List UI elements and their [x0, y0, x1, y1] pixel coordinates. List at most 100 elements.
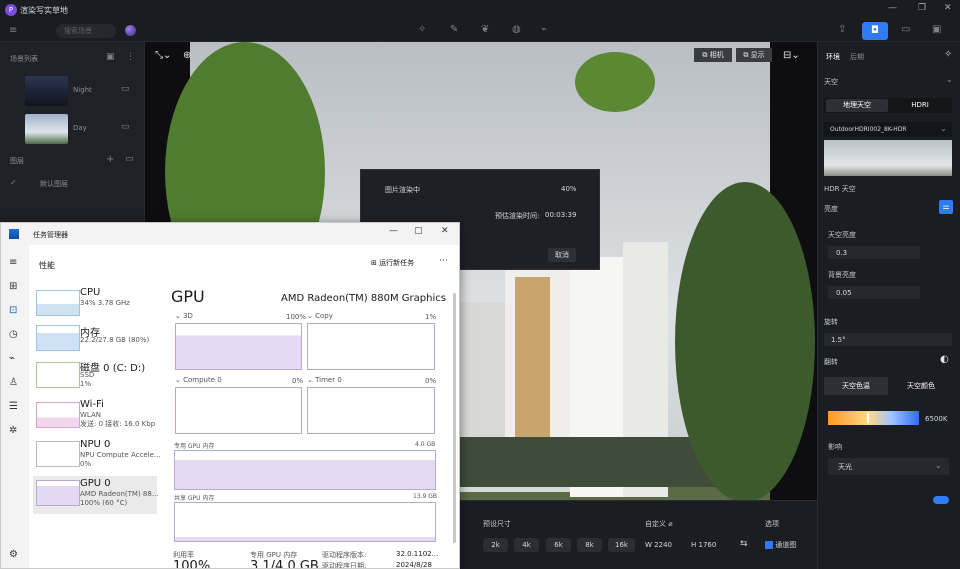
influence-select[interactable]: 天光 ⌄: [828, 458, 949, 475]
search-box[interactable]: 搜索场景: [56, 24, 116, 38]
check-icon[interactable]: ✓: [10, 178, 17, 187]
rotation-input[interactable]: 1.5°: [824, 333, 952, 346]
checkbox-icon[interactable]: [765, 541, 773, 549]
perf-item-disk[interactable]: 磁盘 0 (C: D:) SSD 1%: [1, 358, 161, 394]
graph-label: ⌄ Compute 0: [175, 376, 222, 384]
video-icon[interactable]: ▭: [121, 122, 130, 132]
sky-mode-geo[interactable]: 地理天空: [826, 99, 888, 112]
tm-section-title: 性能: [39, 261, 55, 270]
preset-16k[interactable]: 16k: [608, 538, 635, 552]
drop-icon[interactable]: ◍: [512, 24, 521, 35]
tab-environment[interactable]: 环境: [826, 52, 840, 62]
channel-checkbox[interactable]: 通道图: [765, 538, 796, 552]
perf-item-memory[interactable]: 内存 22.2/27.8 GB (80%): [1, 322, 161, 358]
bg-brightness-value: 0.05: [836, 289, 852, 297]
shared-mem-label: 共享 GPU 内存: [174, 495, 215, 502]
graph-pct: 100%: [286, 313, 307, 321]
chevron-down-icon: ⌄: [940, 124, 947, 133]
camera-button[interactable]: ⧉ 相机: [694, 48, 732, 62]
layer-item[interactable]: ✓ 默认图层: [0, 176, 144, 192]
eta-value: 00:03:39: [545, 211, 577, 219]
height-field[interactable]: H 1760: [691, 538, 731, 552]
bg-brightness-input[interactable]: 0.05: [828, 286, 920, 299]
hamburger-icon[interactable]: ≡: [9, 257, 17, 268]
display-button[interactable]: ⧉ 显示: [736, 48, 772, 62]
graph-shared-mem: [174, 502, 436, 542]
maximize-icon[interactable]: ❐: [918, 3, 926, 13]
chevron-down-icon[interactable]: ⌄: [946, 75, 953, 84]
contrast-icon[interactable]: ◐: [940, 354, 949, 365]
inbox-icon[interactable]: ▣: [932, 24, 941, 35]
perf-item-name: Wi-Fi: [80, 399, 104, 410]
flip-label: 翻转: [824, 358, 838, 366]
settings-icon[interactable]: ⚙: [9, 549, 18, 560]
close-icon[interactable]: ✕: [944, 3, 952, 13]
scene-item-day[interactable]: Day ▭: [0, 112, 144, 146]
wand-icon[interactable]: ✎: [450, 24, 458, 35]
preset-8k[interactable]: 8k: [577, 538, 602, 552]
perf-item-cpu[interactable]: CPU 34% 3.78 GHz: [1, 285, 161, 321]
sky-color-temp-button[interactable]: 天空色温: [824, 377, 888, 395]
sky-brightness-input[interactable]: 0.3: [828, 246, 920, 259]
hdri-select[interactable]: OutdoorHDRI002_8K-HDR ⌄: [824, 122, 952, 137]
menu-icon[interactable]: ≡: [9, 25, 17, 36]
perf-item-npu[interactable]: NPU 0 NPU Compute Accele... 0%: [1, 438, 161, 474]
tm-minimize-icon[interactable]: —: [389, 226, 398, 236]
preset-6k[interactable]: 6k: [546, 538, 571, 552]
tab-post[interactable]: 后期: [850, 52, 864, 62]
graph-label-text: Compute 0: [183, 376, 222, 384]
preset-2k[interactable]: 2k: [483, 538, 508, 552]
bulb-icon[interactable]: ✧: [418, 24, 426, 35]
util-value: 100%: [173, 559, 211, 569]
app-title: 渲染写实草地: [20, 6, 68, 15]
video-icon[interactable]: ▭: [121, 84, 130, 94]
width-field[interactable]: W 2240: [645, 538, 685, 552]
tm-maximize-icon[interactable]: ▢: [414, 226, 423, 236]
custom-size-label: 自定义 ⌀: [645, 519, 672, 529]
brightness-settings-icon[interactable]: ⚌: [939, 200, 953, 214]
scene-more-icon[interactable]: ⋮: [126, 52, 135, 62]
preset-4k[interactable]: 4k: [514, 538, 539, 552]
bg-brightness-label: 背景亮度: [828, 271, 856, 279]
paint-icon[interactable]: ⌁: [541, 24, 547, 35]
add-scene-icon[interactable]: ▣: [106, 52, 115, 62]
sky-color-button[interactable]: 天空颜色: [890, 377, 952, 395]
link-icon[interactable]: ⌀: [668, 520, 672, 528]
cancel-button[interactable]: 取消: [548, 248, 576, 262]
leaf-icon[interactable]: ❦: [481, 24, 489, 35]
graph-dedicated-mem: [174, 450, 436, 490]
perf-item-gpu[interactable]: GPU 0 AMD Radeon(TM) 88... 100% (60 °C): [33, 476, 159, 514]
layer-menu-icon[interactable]: ▭: [125, 154, 134, 164]
hdri-file-name: OutdoorHDRI002_8K-HDR: [830, 126, 907, 133]
tm-close-icon[interactable]: ✕: [441, 226, 449, 236]
add-layer-icon[interactable]: +: [106, 154, 114, 165]
video-icon[interactable]: ▭: [901, 24, 910, 35]
transform-icon[interactable]: ⤡⌄: [155, 50, 171, 61]
sky-brightness-value: 0.3: [836, 249, 848, 257]
scrollbar[interactable]: [453, 293, 456, 543]
camera-icon[interactable]: ◘: [862, 22, 888, 40]
slider-handle[interactable]: [867, 413, 869, 423]
swap-icon[interactable]: ⇆: [740, 539, 748, 549]
channel-checkbox-label: 通道图: [775, 541, 797, 549]
gpu-model: AMD Radeon(TM) 880M Graphics: [281, 293, 446, 304]
share-icon[interactable]: ⇪: [838, 24, 846, 35]
sphere-icon[interactable]: [125, 25, 136, 36]
run-task-button[interactable]: ⊞ 运行新任务: [371, 258, 414, 268]
perf-item-sub: AMD Radeon(TM) 88... 100% (60 °C): [80, 490, 159, 507]
scene-thumb-day: [25, 114, 68, 144]
sparkle-icon[interactable]: ✧: [944, 49, 952, 60]
minimize-icon[interactable]: —: [888, 3, 897, 13]
perf-item-wifi[interactable]: Wi-Fi WLAN 发送: 0 接收: 16.0 Kbp: [1, 398, 161, 434]
color-temp-slider[interactable]: [828, 411, 919, 425]
view-settings-icon[interactable]: ⊟⌄: [783, 50, 800, 61]
toggle-switch[interactable]: [933, 496, 949, 504]
globe-icon[interactable]: ⊕: [183, 50, 191, 61]
graph-pct: 1%: [425, 313, 437, 321]
more-options-icon[interactable]: ⋯: [439, 256, 448, 266]
influence-label: 影响: [828, 443, 842, 451]
sky-mode-hdri[interactable]: HDRI: [890, 99, 950, 112]
tm-title-bar: 任务管理器 — ▢ ✕: [1, 223, 459, 245]
scene-item-night[interactable]: Night ▭: [0, 74, 144, 108]
driver-ver-label: 驱动程序版本:: [322, 551, 367, 559]
